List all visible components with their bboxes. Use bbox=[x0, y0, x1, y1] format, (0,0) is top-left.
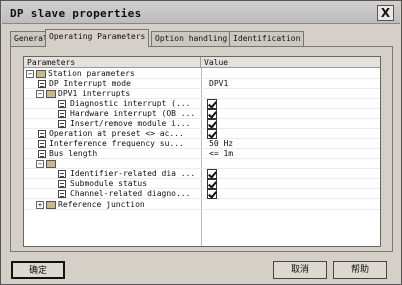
tab-option-handling[interactable]: Option handling bbox=[151, 31, 232, 46]
window-title: DP slave properties bbox=[10, 7, 142, 20]
grid-row-station-parameters[interactable]: − Station parameters bbox=[24, 69, 380, 79]
grid-row-interference-frequency[interactable]: Interference frequency su... 50 Hz bbox=[24, 139, 380, 149]
button-bar: 确定 取消 帮助 bbox=[1, 253, 401, 284]
row-label: DPV1 interrupts bbox=[58, 89, 131, 98]
ok-button[interactable]: 确定 bbox=[11, 261, 65, 279]
tab-identification[interactable]: Identification bbox=[229, 31, 305, 46]
channel-related-checkbox[interactable] bbox=[207, 189, 217, 199]
submodule-status-checkbox[interactable] bbox=[207, 179, 217, 189]
operation-at-preset-checkbox[interactable] bbox=[207, 129, 217, 139]
dp-slave-properties-dialog: DP slave properties X General Operating … bbox=[0, 0, 402, 285]
grid-row-identifier-related[interactable]: Identifier-related dia ... bbox=[24, 169, 380, 179]
parameter-icon bbox=[38, 80, 46, 88]
row-label: Operation at preset <> ac... bbox=[49, 129, 184, 138]
column-header-value[interactable]: Value bbox=[201, 57, 380, 68]
grid-row-dp-interrupt-mode[interactable]: DP Interrupt mode DPV1 bbox=[24, 79, 380, 89]
diagnostic-interrupt-checkbox[interactable] bbox=[207, 99, 217, 109]
row-value-bus-length[interactable]: <= 1m bbox=[209, 149, 233, 159]
cancel-button[interactable]: 取消 bbox=[273, 261, 327, 279]
column-header-parameters[interactable]: Parameters bbox=[24, 57, 201, 68]
grid-row-diagnostic-interrupt[interactable]: Diagnostic interrupt (... bbox=[24, 99, 380, 109]
row-value-interference-frequency[interactable]: 50 Hz bbox=[209, 139, 233, 149]
row-label: Channel-related diagno... bbox=[70, 189, 191, 198]
parameter-icon bbox=[58, 190, 66, 198]
parameter-icon bbox=[38, 150, 46, 158]
row-label: Submodule status bbox=[70, 179, 148, 188]
row-label: Station parameters bbox=[48, 69, 135, 78]
parameter-icon bbox=[58, 100, 66, 108]
collapse-icon[interactable]: − bbox=[36, 160, 44, 168]
help-button[interactable]: 帮助 bbox=[333, 261, 387, 279]
grid-row-submodule-status[interactable]: Submodule status bbox=[24, 179, 380, 189]
row-label: Identifier-related dia ... bbox=[70, 169, 196, 178]
folder-icon bbox=[46, 160, 56, 168]
folder-icon bbox=[46, 90, 56, 98]
row-label: Diagnostic interrupt (... bbox=[70, 99, 191, 108]
folder-icon bbox=[46, 201, 56, 209]
row-value-dp-interrupt-mode[interactable]: DPV1 bbox=[209, 79, 228, 89]
expand-icon[interactable]: + bbox=[36, 201, 44, 209]
parameter-icon bbox=[38, 140, 46, 148]
grid-row-hardware-interrupt[interactable]: Hardware interrupt (OB ... bbox=[24, 109, 380, 119]
grid-row-channel-related[interactable]: Channel-related diagno... bbox=[24, 189, 380, 199]
parameter-icon bbox=[58, 110, 66, 118]
row-label: Insert/remove module i... bbox=[70, 119, 191, 128]
grid-row-diagnostics-folder[interactable]: − bbox=[24, 159, 380, 169]
row-label: DP Interrupt mode bbox=[49, 79, 131, 88]
parameter-grid: Parameters Value − Station parameters DP… bbox=[23, 56, 381, 247]
grid-row-operation-at-preset[interactable]: Operation at preset <> ac... bbox=[24, 129, 380, 139]
collapse-icon[interactable]: − bbox=[26, 70, 34, 78]
row-label: Bus length bbox=[49, 149, 98, 158]
row-label: Reference junction bbox=[58, 200, 145, 209]
insert-remove-module-checkbox[interactable] bbox=[207, 119, 217, 129]
parameter-icon bbox=[58, 120, 66, 128]
parameter-icon bbox=[38, 130, 46, 138]
hardware-interrupt-checkbox[interactable] bbox=[207, 109, 217, 119]
grid-row-bus-length[interactable]: Bus length <= 1m bbox=[24, 149, 380, 159]
row-label: Interference frequency su... bbox=[49, 139, 184, 148]
grid-row-dpv1-interrupts[interactable]: − DPV1 interrupts bbox=[24, 89, 380, 99]
grid-row-reference-junction[interactable]: + Reference junction bbox=[24, 200, 380, 210]
folder-icon bbox=[36, 70, 46, 78]
title-bar[interactable]: DP slave properties X bbox=[2, 2, 400, 24]
row-label: Hardware interrupt (OB ... bbox=[70, 109, 196, 118]
close-button[interactable]: X bbox=[377, 5, 394, 21]
tab-operating-parameters[interactable]: Operating Parameters bbox=[45, 29, 150, 47]
identifier-related-checkbox[interactable] bbox=[207, 169, 217, 179]
parameter-icon bbox=[58, 180, 66, 188]
tab-panel: Parameters Value − Station parameters DP… bbox=[10, 46, 393, 252]
collapse-icon[interactable]: − bbox=[36, 90, 44, 98]
grid-row-insert-remove-module[interactable]: Insert/remove module i... bbox=[24, 119, 380, 129]
parameter-icon bbox=[58, 170, 66, 178]
